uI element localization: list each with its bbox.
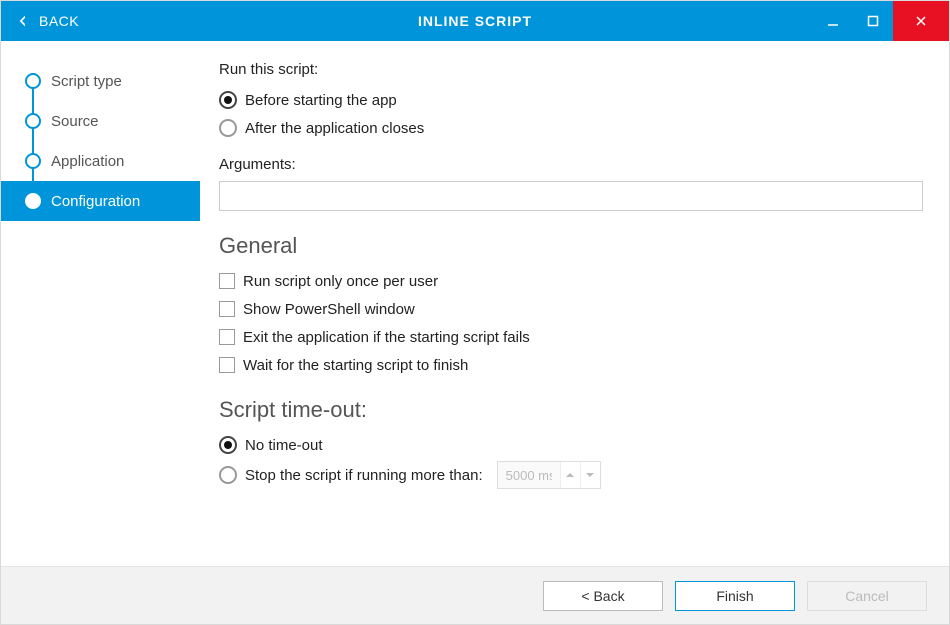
titlebar: BACK INLINE SCRIPT — [1, 1, 949, 41]
timeout-heading: Script time-out: — [219, 397, 923, 423]
minimize-button[interactable] — [813, 1, 853, 41]
general-checkbox-group: Run script only once per user Show Power… — [219, 267, 923, 379]
radio-after-close[interactable]: After the application closes — [219, 114, 923, 142]
step-dot-icon — [25, 113, 41, 129]
arguments-input[interactable] — [219, 181, 923, 211]
checkbox-label: Wait for the starting script to finish — [243, 357, 468, 374]
radio-icon — [219, 436, 237, 454]
check-run-once[interactable]: Run script only once per user — [219, 267, 923, 295]
spinner-up-button[interactable] — [560, 462, 580, 488]
checkbox-icon — [219, 357, 235, 373]
radio-label: Before starting the app — [245, 92, 397, 109]
step-label: Configuration — [51, 193, 140, 210]
step-label: Source — [51, 113, 99, 130]
checkbox-icon — [219, 329, 235, 345]
inline-script-dialog: BACK INLINE SCRIPT Script type — [0, 0, 950, 625]
radio-icon — [219, 119, 237, 137]
radio-stop-after[interactable]: Stop the script if running more than: — [219, 459, 923, 491]
check-wait-finish[interactable]: Wait for the starting script to finish — [219, 351, 923, 379]
radio-icon — [219, 91, 237, 109]
step-dot-icon — [25, 193, 41, 209]
window-controls — [813, 1, 949, 41]
check-exit-on-fail[interactable]: Exit the application if the starting scr… — [219, 323, 923, 351]
timeout-spinner — [497, 461, 601, 489]
dialog-footer: < Back Finish Cancel — [1, 566, 949, 624]
checkbox-label: Run script only once per user — [243, 273, 438, 290]
back-nav-button[interactable]: BACK — [1, 1, 93, 41]
step-application[interactable]: Application — [25, 141, 200, 181]
caret-up-icon — [566, 471, 574, 479]
caret-down-icon — [586, 471, 594, 479]
window-title: INLINE SCRIPT — [1, 13, 949, 29]
checkbox-label: Exit the application if the starting scr… — [243, 329, 530, 346]
timeout-radio-group: No time-out Stop the script if running m… — [219, 431, 923, 491]
radio-before-start[interactable]: Before starting the app — [219, 86, 923, 114]
step-label: Script type — [51, 73, 122, 90]
step-script-type[interactable]: Script type — [25, 61, 200, 101]
checkbox-icon — [219, 273, 235, 289]
spinner-down-button[interactable] — [580, 462, 600, 488]
maximize-icon — [867, 15, 879, 27]
step-dot-icon — [25, 153, 41, 169]
close-icon — [915, 15, 927, 27]
cancel-button: Cancel — [807, 581, 927, 611]
finish-button[interactable]: Finish — [675, 581, 795, 611]
dialog-body: Script type Source Application Configura… — [1, 41, 949, 566]
checkbox-label: Show PowerShell window — [243, 301, 415, 318]
maximize-button[interactable] — [853, 1, 893, 41]
step-configuration[interactable]: Configuration — [1, 181, 200, 221]
step-dot-icon — [25, 73, 41, 89]
arguments-label: Arguments: — [219, 156, 923, 173]
step-list: Script type Source Application Configura… — [1, 61, 200, 221]
back-arrow-icon — [15, 13, 31, 29]
close-button[interactable] — [893, 1, 949, 41]
check-show-powershell[interactable]: Show PowerShell window — [219, 295, 923, 323]
radio-label: After the application closes — [245, 120, 424, 137]
back-label: BACK — [39, 13, 79, 29]
minimize-icon — [827, 15, 839, 27]
wizard-sidebar: Script type Source Application Configura… — [1, 41, 201, 566]
content-pane: Run this script: Before starting the app… — [201, 41, 949, 566]
run-script-label: Run this script: — [219, 61, 923, 78]
radio-icon — [219, 466, 237, 484]
run-script-radio-group: Before starting the app After the applic… — [219, 86, 923, 142]
step-source[interactable]: Source — [25, 101, 200, 141]
step-label: Application — [51, 153, 124, 170]
radio-label: No time-out — [245, 437, 323, 454]
timeout-value-input[interactable] — [498, 462, 560, 488]
radio-no-timeout[interactable]: No time-out — [219, 431, 923, 459]
checkbox-icon — [219, 301, 235, 317]
back-button[interactable]: < Back — [543, 581, 663, 611]
radio-label: Stop the script if running more than: — [245, 467, 483, 484]
general-heading: General — [219, 233, 923, 259]
